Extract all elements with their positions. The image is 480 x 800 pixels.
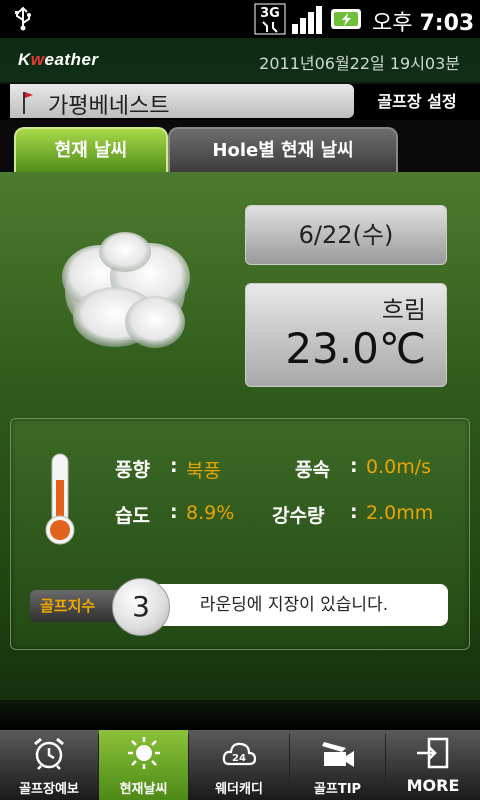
nav-golf-tip[interactable]: 골프TIP <box>290 730 385 800</box>
nav-label: 현재날씨 <box>119 782 168 797</box>
video-camera-icon <box>321 742 354 767</box>
weather-temperature: 23.0℃ <box>285 324 426 373</box>
nav-label: 골프장예보 <box>19 782 79 797</box>
svg-text:3G: 3G <box>260 6 280 21</box>
wind-direction-value: 북풍 <box>186 460 221 482</box>
usb-icon <box>15 6 31 31</box>
tab-current-weather[interactable]: 현재 날씨 <box>14 127 168 174</box>
tab-hole-weather[interactable]: Hole별 현재 날씨 <box>168 127 398 174</box>
wind-speed-value: 0.0m/s <box>366 456 432 478</box>
weather-condition: 흐림 <box>381 296 426 324</box>
bottom-strip <box>0 700 480 730</box>
clock-time: 7:03 <box>419 11 475 36</box>
battery-charging-icon <box>331 9 361 29</box>
golf-ball-icon: 3 <box>112 578 170 636</box>
date-box: 6/22(수) <box>245 205 447 265</box>
clock: 오후 7:03 <box>372 5 474 37</box>
golf-flag-icon <box>23 92 33 114</box>
separator: : <box>170 501 178 523</box>
golf-index-message: 라운딩에 지장이 있습니다. <box>140 584 448 626</box>
status-bar: 3G 오후 7:03 <box>0 0 480 38</box>
wind-direction-label: 풍향 <box>115 459 150 481</box>
kweather-logo: Kweather <box>18 50 99 69</box>
course-setup-button[interactable]: 골프장 설정 <box>354 84 480 120</box>
nav-label: 골프TIP <box>313 782 362 797</box>
exit-door-icon <box>417 737 449 769</box>
thermometer-icon <box>45 453 75 545</box>
course-name: 가평베네스트 <box>48 94 170 119</box>
wind-speed-label: 풍속 <box>295 459 330 481</box>
network-3g-icon: 3G <box>254 3 286 35</box>
nav-label: 웨더캐디 <box>215 782 263 797</box>
humidity-label: 습도 <box>115 505 150 527</box>
weather-date: 6/22(수) <box>298 221 394 249</box>
sun-icon <box>127 737 160 769</box>
nav-current-weather[interactable]: 현재날씨 <box>99 730 188 800</box>
humidity-value: 8.9% <box>186 502 235 524</box>
clock-ampm: 오후 <box>372 11 413 36</box>
nav-more[interactable]: MORE <box>386 730 480 800</box>
cloud-24-icon: 24 <box>222 742 257 766</box>
golf-index-label: 골프지수 <box>30 590 120 622</box>
cloud-icon <box>62 232 190 348</box>
signal-strength-icon <box>292 6 322 34</box>
svg-text:24: 24 <box>232 753 246 764</box>
alarm-clock-icon <box>34 737 64 770</box>
nav-golf-forecast[interactable]: 골프장예보 <box>0 730 98 800</box>
golf-index-value: 3 <box>132 590 150 623</box>
header-datetime: 2011년06월22일 19시03분 <box>259 54 460 73</box>
separator: : <box>350 501 358 523</box>
separator: : <box>170 455 178 477</box>
separator: : <box>350 455 358 477</box>
precipitation-label: 강수량 <box>272 505 325 527</box>
precipitation-value: 2.0mm <box>366 502 434 524</box>
nav-weather-caddy[interactable]: 24 웨더캐디 <box>189 730 289 800</box>
temperature-box: 흐림 23.0℃ <box>245 283 447 387</box>
nav-label: MORE <box>406 776 460 795</box>
